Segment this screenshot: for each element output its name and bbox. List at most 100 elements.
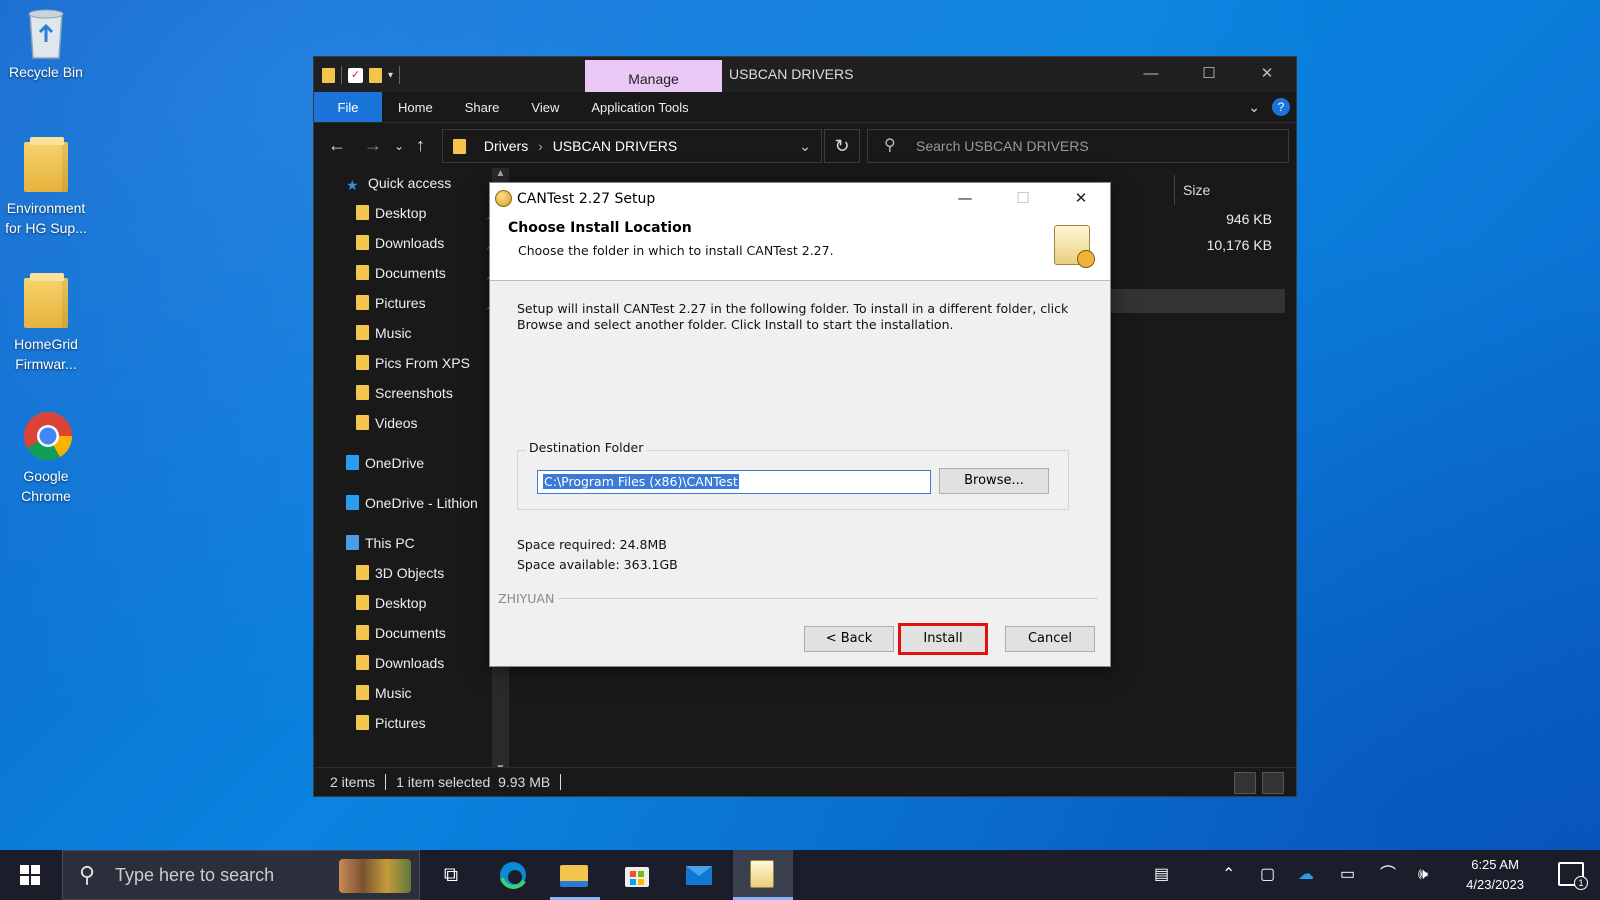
sidebar-item[interactable]: Desktop📌 (314, 198, 509, 228)
refresh-icon[interactable]: ↻ (824, 129, 860, 163)
install-button[interactable]: Install (898, 623, 988, 655)
desktop-icon-homegrid-folder[interactable]: HomeGrid Firmwar... (0, 273, 92, 374)
folder-icon (356, 385, 369, 400)
tab-file[interactable]: File (314, 92, 382, 122)
expand-ribbon-icon[interactable]: ⌄ (1248, 99, 1260, 116)
volume-icon[interactable]: 🕪 (1418, 850, 1428, 900)
sidebar-item[interactable]: Downloads📌 (314, 228, 509, 258)
large-icons-view-icon[interactable] (1262, 772, 1284, 794)
maximize-icon[interactable]: ☐ (1180, 57, 1238, 92)
battery-icon[interactable]: ▭ (1340, 850, 1355, 900)
notification-center-button[interactable]: 1 (1558, 862, 1588, 890)
mail-icon[interactable] (684, 860, 714, 890)
clock-date: 4/23/2023 (1466, 877, 1524, 892)
onedrive-icon[interactable]: ☁ (1298, 850, 1314, 900)
sidebar-item-label: Pics From XPS (375, 355, 470, 371)
minimize-icon[interactable]: — (936, 183, 994, 215)
sidebar-item[interactable]: Screenshots (314, 378, 509, 408)
sidebar-item[interactable]: Desktop (314, 588, 509, 618)
tab-application-tools[interactable]: Application Tools (575, 92, 704, 122)
sidebar-item[interactable]: Documents📌 (314, 258, 509, 288)
cloud-icon (346, 495, 359, 510)
sidebar-item[interactable]: ★ Quick access (314, 168, 509, 198)
start-button[interactable] (0, 850, 60, 900)
sidebar-item[interactable]: Music (314, 318, 509, 348)
documents-folder-icon (356, 265, 369, 280)
help-icon[interactable]: ? (1272, 98, 1290, 116)
news-widget-icon[interactable]: ▤ (1154, 850, 1169, 900)
sidebar-item[interactable]: Music (314, 678, 509, 708)
search-icon: ⚲ (884, 137, 896, 154)
show-hidden-icons-icon[interactable]: ⌃ (1222, 850, 1235, 900)
file-explorer-taskbar-icon[interactable] (560, 860, 590, 890)
scroll-up-icon[interactable]: ▲ (492, 168, 509, 179)
setup-taskbar-button[interactable] (733, 850, 793, 900)
sidebar-item[interactable]: Pics From XPS (314, 348, 509, 378)
address-dropdown-icon[interactable]: ⌄ (799, 130, 811, 162)
sidebar-item[interactable]: Documents (314, 618, 509, 648)
breadcrumb-usbcan-drivers[interactable]: USBCAN DRIVERS (553, 138, 677, 154)
documents-folder-icon (356, 625, 369, 640)
sidebar-item-label: Downloads (375, 235, 445, 251)
recent-locations-chevron-icon[interactable]: ⌄ (394, 139, 404, 153)
downloads-folder-icon (356, 235, 369, 250)
forward-arrow-icon[interactable]: → (364, 135, 382, 156)
back-arrow-icon[interactable]: ← (328, 135, 346, 156)
desktop-icon-label: HomeGrid Firmwar... (14, 336, 78, 372)
sidebar-item[interactable]: Pictures (314, 708, 509, 738)
minimize-icon[interactable]: — (1122, 57, 1180, 92)
desktop-icon-recycle-bin[interactable]: Recycle Bin (0, 6, 92, 82)
new-folder-icon[interactable] (369, 67, 382, 83)
sidebar-item[interactable]: Videos (314, 408, 509, 438)
downloads-folder-icon (356, 655, 369, 670)
edge-icon[interactable] (498, 860, 528, 890)
close-icon[interactable]: ✕ (1052, 183, 1110, 215)
back-button[interactable]: < Back (804, 626, 894, 652)
file-size: 946 KB (1226, 211, 1272, 227)
properties-icon[interactable]: ✓ (348, 67, 363, 83)
sidebar-item-label: Documents (375, 625, 446, 641)
taskbar: ⚲ Type here to search ⧉ ▤ ⌃ ▢ ☁ ▭ ⌒ 🕪 6:… (0, 850, 1600, 900)
folder-icon[interactable] (322, 67, 335, 83)
install-instructions: Setup will install CANTest 2.27 in the f… (517, 301, 1069, 332)
destination-folder-label: Destination Folder (526, 440, 647, 455)
file-size: 10,176 KB (1206, 237, 1272, 253)
tab-share[interactable]: Share (449, 92, 516, 122)
tab-manage[interactable]: Manage (585, 60, 722, 92)
sidebar-item[interactable]: 3D Objects (314, 558, 509, 588)
selected-file-row[interactable] (1094, 289, 1285, 313)
task-view-icon[interactable]: ⧉ (436, 860, 466, 890)
breadcrumb-drivers[interactable]: Drivers (484, 138, 528, 154)
up-arrow-icon[interactable]: ↑ (416, 135, 425, 156)
sidebar-item-label: 3D Objects (375, 565, 445, 581)
wifi-icon[interactable]: ⌒ (1380, 850, 1396, 900)
taskbar-search[interactable]: ⚲ Type here to search (62, 850, 420, 900)
browse-button[interactable]: Browse... (939, 468, 1049, 494)
sidebar-item[interactable]: OneDrive - Lithion (314, 488, 509, 518)
chevron-down-icon[interactable]: ▾ (388, 70, 393, 81)
sidebar-item[interactable]: Pictures📌 (314, 288, 509, 318)
destination-path-input[interactable]: C:\Program Files (x86)\CANTest (537, 470, 931, 494)
sidebar-item[interactable]: Downloads (314, 648, 509, 678)
microsoft-store-icon[interactable] (622, 860, 652, 890)
navigation-pane: ★Quick accessDesktop📌Downloads📌Documents… (314, 168, 509, 776)
cancel-button[interactable]: Cancel (1005, 626, 1095, 652)
meet-now-icon[interactable]: ▢ (1260, 850, 1275, 900)
sidebar-item-label: Downloads (375, 655, 445, 671)
details-view-icon[interactable] (1234, 772, 1256, 794)
tab-view[interactable]: View (515, 92, 575, 122)
desktop-icon-google-chrome[interactable]: Google Chrome (0, 410, 92, 506)
search-box[interactable]: ⚲ Search USBCAN DRIVERS (867, 129, 1289, 163)
tab-home[interactable]: Home (382, 92, 449, 122)
setup-dialog: CANTest 2.27 Setup — ☐ ✕ Choose Install … (489, 182, 1111, 667)
sidebar-item-label: Pictures (375, 295, 426, 311)
sidebar-item[interactable]: This PC (314, 528, 509, 558)
system-clock[interactable]: 6:25 AM 4/23/2023 (1466, 855, 1524, 895)
address-bar[interactable]: Drivers › USBCAN DRIVERS ⌄ (442, 129, 822, 163)
column-header-size[interactable]: Size (1174, 175, 1270, 205)
sidebar-item-label: OneDrive - Lithion (365, 495, 478, 511)
desktop-icon-environment-folder[interactable]: Environment for HG Sup... (0, 137, 92, 238)
sidebar-item[interactable]: OneDrive (314, 448, 509, 478)
close-icon[interactable]: ✕ (1238, 57, 1296, 92)
star-icon: ★ (346, 177, 359, 193)
